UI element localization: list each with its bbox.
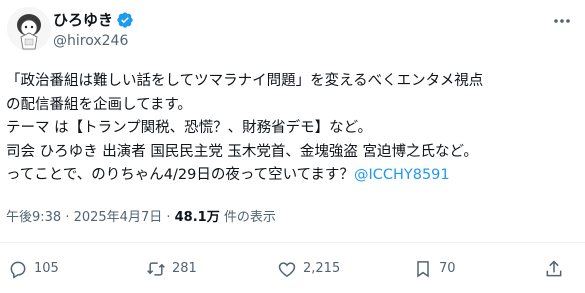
like-count: 2,215 <box>303 261 341 276</box>
author-name-row[interactable]: ひろゆき <box>53 11 134 29</box>
tweet-line: テーマ は【トランプ関税、恐慌？、財務省デモ】など。 <box>6 120 372 136</box>
reply-icon <box>10 261 26 279</box>
repost-count: 281 <box>172 261 197 276</box>
mention-link[interactable]: @ICCHY8591 <box>354 167 450 183</box>
tweet-line: の配信番組を企画してます。 <box>6 96 192 113</box>
avatar[interactable] <box>7 7 51 51</box>
tweet-text: 「政治番組は難しい話をしてツマラナイ問題」を変えるべくエンタメ視点 の配信番組を… <box>6 70 581 188</box>
tweet-last-line-text: ってことで、のりちゃん4/29日の夜って空いてます？ <box>6 167 354 183</box>
like-icon <box>278 262 296 277</box>
reply-count: 105 <box>34 261 59 276</box>
bookmark-button[interactable]: 70 <box>413 259 456 279</box>
bookmark-count: 70 <box>439 261 456 276</box>
bookmark-icon <box>417 261 429 278</box>
repost-icon <box>147 262 165 276</box>
views-label: 件の表示 <box>219 210 276 225</box>
share-button[interactable] <box>544 259 570 279</box>
author-handle[interactable]: @hirox246 <box>53 33 128 50</box>
tweet-timestamp[interactable]: 午後9:38 · 2025年4月7日 · <box>6 210 175 225</box>
like-button[interactable]: 2,215 <box>277 259 340 279</box>
reply-button[interactable]: 105 <box>8 259 59 279</box>
more-icon[interactable] <box>551 12 573 30</box>
tweet-line: 「政治番組は難しい話をしてツマラナイ問題」を変えるべくエンタメ視点 <box>6 73 484 89</box>
share-icon <box>546 260 562 277</box>
action-bar: 105 281 2,215 70 <box>0 259 585 281</box>
verified-badge-icon <box>116 11 134 29</box>
avatar-illustration <box>7 7 51 51</box>
divider <box>0 242 585 243</box>
author-display-name[interactable]: ひろゆき <box>53 11 113 29</box>
tweet-line: 司会 ひろゆき 出演者 国民民主党 玉木党首、金塊強盗 宮迫博之氏など。 <box>6 143 478 160</box>
tweet-meta: 午後9:38 · 2025年4月7日 · 48.1万 件の表示 <box>6 209 276 227</box>
views-count[interactable]: 48.1万 <box>175 210 220 225</box>
repost-button[interactable]: 281 <box>146 259 197 279</box>
tweet-line-last: ってことで、のりちゃん4/29日の夜って空いてます？@ICCHY8591 <box>6 164 581 188</box>
